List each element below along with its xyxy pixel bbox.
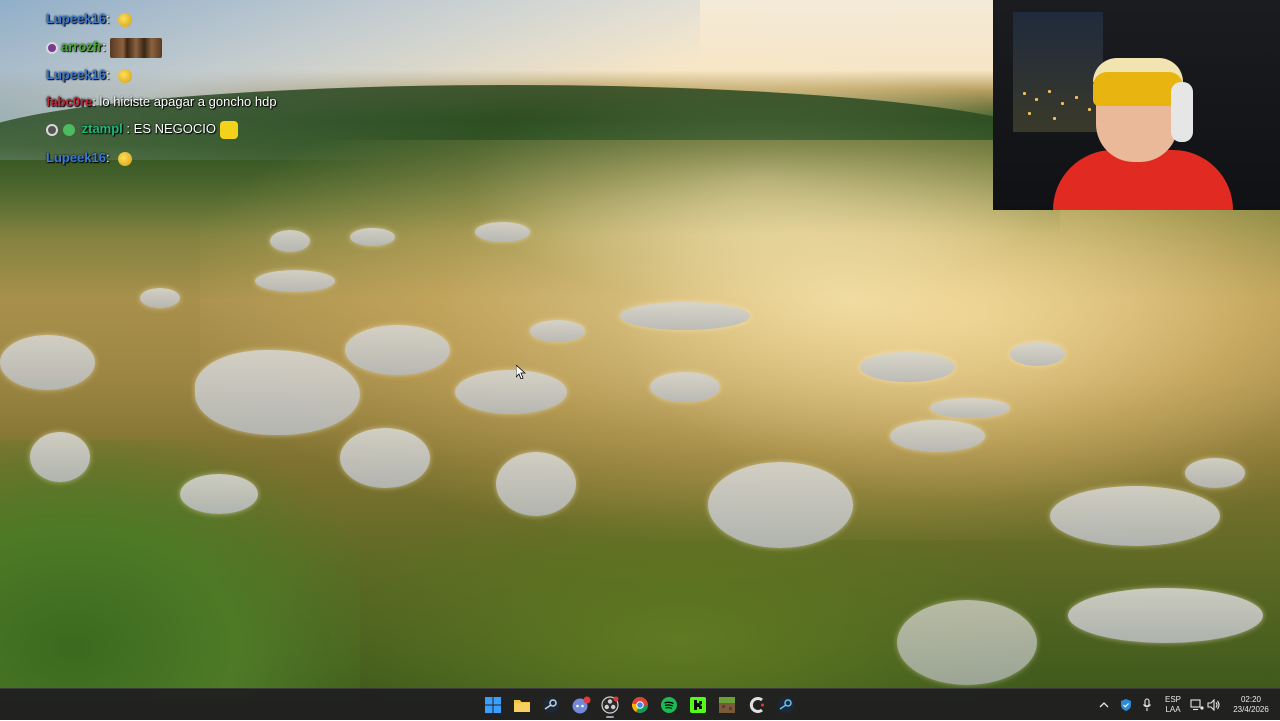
wallpaper-pond (897, 600, 1037, 685)
emote-icon (117, 151, 132, 166)
chat-badge-icon (46, 41, 58, 54)
steam-icon[interactable] (538, 692, 564, 718)
chat-badge-icon (46, 123, 58, 136)
microphone-icon[interactable] (1139, 689, 1155, 721)
chat-message: Lupeek16: (46, 64, 132, 86)
webcam-background-window (1013, 12, 1103, 132)
chat-badge-icon (63, 123, 75, 136)
chat-message-text: ES NEGOCIO (133, 121, 217, 136)
taskbar: ESP LAA 02:20 23/4/2026 (0, 688, 1280, 720)
emote-icon (109, 37, 162, 58)
chat-message: ztampl : ES NEGOCIO (46, 118, 239, 140)
kick-icon[interactable] (685, 692, 711, 718)
wallpaper-pond (496, 452, 576, 516)
chat-message: arrozfr: (46, 36, 162, 58)
city-light (1023, 92, 1026, 95)
file-explorer-icon[interactable] (509, 692, 535, 718)
chat-message: Lupeek16: (46, 8, 132, 30)
wallpaper-pond (340, 428, 430, 488)
volume-icon[interactable] (1206, 689, 1222, 721)
headphone-icon (1171, 82, 1193, 142)
chat-separator: : (102, 39, 106, 54)
city-light (1088, 108, 1091, 111)
spotify-icon[interactable] (656, 692, 682, 718)
wallpaper-pond (140, 288, 180, 308)
wallpaper-pond (195, 350, 360, 435)
emote-icon (220, 120, 239, 139)
network-icon[interactable] (1189, 689, 1205, 721)
clock[interactable]: 02:20 23/4/2026 (1226, 689, 1276, 721)
mouse-cursor-icon (516, 365, 526, 379)
language-indicator[interactable]: ESP LAA (1160, 689, 1186, 721)
wallpaper-pond (930, 398, 1010, 418)
discord-icon[interactable] (568, 692, 594, 718)
city-light (1035, 98, 1038, 101)
city-light (1048, 90, 1051, 93)
chrome-icon[interactable] (627, 692, 653, 718)
chat-separator: : (105, 67, 110, 82)
clock-date: 23/4/2026 (1233, 705, 1269, 714)
obs-icon[interactable] (597, 692, 623, 718)
wallpaper-pond (620, 302, 750, 330)
wallpaper-pond (860, 352, 955, 382)
wallpaper-pond (350, 228, 395, 246)
minecraft-icon[interactable] (714, 692, 740, 718)
chat-username: arrozfr (61, 39, 103, 54)
wallpaper-pond (270, 230, 310, 252)
wallpaper-pond (1010, 342, 1065, 366)
chat-separator: : (92, 94, 96, 109)
wallpaper-pond (1050, 486, 1220, 546)
city-light (1028, 112, 1031, 115)
chat-separator: : (105, 11, 110, 26)
chat-separator: : (105, 150, 110, 165)
steam-alt-icon[interactable] (773, 692, 799, 718)
wallpaper-pond (650, 372, 720, 402)
wallpaper-pond (0, 335, 95, 390)
city-light (1061, 102, 1064, 105)
wallpaper-pond (455, 370, 567, 414)
wallpaper-pond (255, 270, 335, 292)
chat-message-text: lo hiciste apagar a goncho hdp (99, 94, 277, 109)
city-light (1053, 117, 1056, 120)
streamer-headband (1093, 72, 1183, 106)
chat-username: Lupeek16 (46, 11, 106, 26)
wallpaper-pond (345, 325, 450, 375)
emote-icon (117, 12, 132, 27)
wallpaper-pond (708, 462, 853, 548)
emote-icon (117, 68, 132, 83)
chat-username: Lupeek16 (46, 150, 106, 165)
chat-username: ztampl (81, 121, 123, 136)
chat-message: fabc0re: lo hiciste apagar a goncho hdp (46, 91, 277, 113)
wallpaper-pond (1068, 588, 1263, 643)
chat-username: Lupeek16 (46, 67, 106, 82)
windows-start-icon[interactable] (480, 692, 506, 718)
chat-message: Lupeek16: (46, 147, 132, 169)
show-hidden-icons-button[interactable] (1096, 689, 1112, 721)
wallpaper-pond (530, 320, 585, 342)
ccleaner-icon[interactable] (744, 692, 770, 718)
wallpaper-pond (890, 420, 985, 452)
chat-username: fabc0re (46, 94, 93, 109)
language-code: ESP (1164, 695, 1181, 704)
clock-time: 02:20 (1240, 695, 1262, 704)
chat-separator: : (126, 121, 131, 136)
wallpaper-pond (475, 222, 530, 242)
city-light (1075, 96, 1078, 99)
keyboard-layout-code: LAA (1165, 705, 1181, 714)
wallpaper-pond (30, 432, 90, 482)
webcam-overlay (993, 0, 1280, 210)
security-shield-icon[interactable] (1117, 689, 1135, 721)
wallpaper-pond (180, 474, 258, 514)
wallpaper-pond (1185, 458, 1245, 488)
